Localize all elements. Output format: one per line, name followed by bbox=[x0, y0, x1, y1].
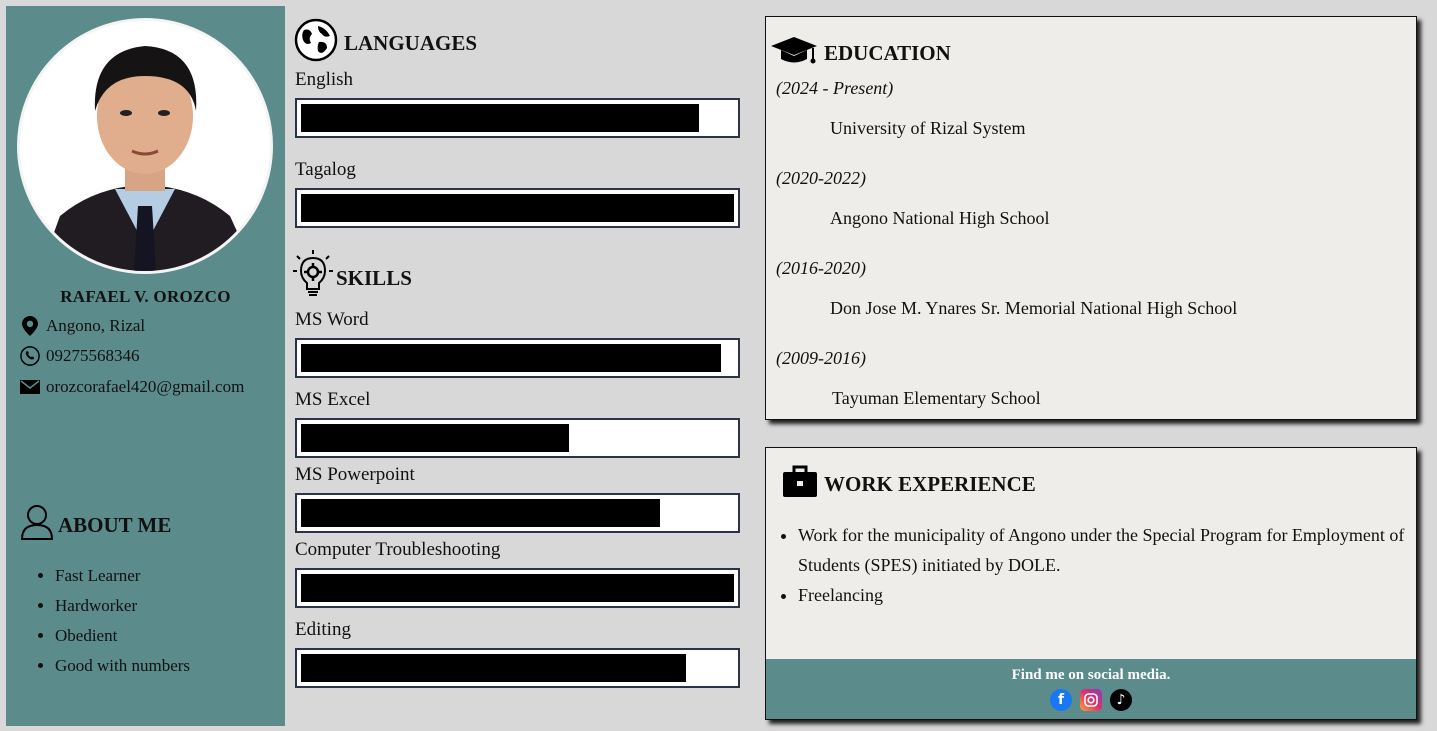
education-title: EDUCATION bbox=[824, 40, 951, 65]
list-item: Obedient bbox=[55, 621, 190, 651]
briefcase-icon bbox=[782, 464, 818, 504]
skill-bar-editing bbox=[295, 648, 740, 688]
profile-photo bbox=[17, 18, 273, 274]
social-footer: Find me on social media. f ♪ bbox=[766, 659, 1416, 719]
education-years-3: (2009-2016) bbox=[776, 348, 866, 368]
social-footer-text: Find me on social media. bbox=[1011, 667, 1171, 683]
person-icon bbox=[20, 504, 54, 546]
profile-sidebar: RAFAEL V. OROZCO Angono, Rizal 092755683… bbox=[6, 6, 285, 726]
skill-label-ms-word: MS Word bbox=[295, 309, 369, 330]
skill-label-editing: Editing bbox=[295, 619, 351, 640]
education-panel: EDUCATION (2024 - Present) University of… bbox=[765, 16, 1417, 420]
globe-icon bbox=[294, 18, 338, 68]
about-me-list: Fast Learner Hardworker Obedient Good wi… bbox=[21, 561, 190, 681]
email-text: orozcorafael420@gmail.com bbox=[46, 377, 245, 396]
list-item: Work for the municipality of Angono unde… bbox=[798, 520, 1428, 580]
phone-text: 09275568346 bbox=[46, 346, 140, 365]
education-school-0: University of Rizal System bbox=[830, 118, 1026, 138]
work-experience-panel: WORK EXPERIENCE Work for the municipalit… bbox=[765, 447, 1417, 720]
skill-label-computer-troubleshooting: Computer Troubleshooting bbox=[295, 539, 501, 560]
languages-heading: LANGUAGES bbox=[294, 18, 477, 68]
skill-bar-computer-troubleshooting bbox=[295, 568, 740, 608]
skill-level-ms-excel bbox=[301, 424, 569, 452]
skill-label-ms-powerpoint: MS Powerpoint bbox=[295, 464, 415, 485]
work-experience-heading: WORK EXPERIENCE bbox=[782, 464, 1036, 504]
map-pin-icon bbox=[20, 316, 40, 336]
skill-bar-ms-excel bbox=[295, 418, 740, 458]
lightbulb-gear-icon bbox=[292, 250, 334, 306]
tiktok-icon[interactable]: ♪ bbox=[1110, 689, 1132, 711]
profile-name: RAFAEL V. OROZCO bbox=[60, 287, 231, 306]
list-item: Fast Learner bbox=[55, 561, 190, 591]
skill-label-ms-excel: MS Excel bbox=[295, 389, 371, 410]
skill-level-ms-powerpoint bbox=[301, 499, 660, 527]
language-bar-english bbox=[295, 98, 740, 138]
skills-heading: SKILLS bbox=[292, 250, 412, 306]
about-me-heading: ABOUT ME bbox=[20, 504, 171, 546]
skill-bar-ms-word bbox=[295, 338, 740, 378]
location-text: Angono, Rizal bbox=[46, 316, 146, 335]
graduation-cap-icon bbox=[770, 35, 818, 71]
skill-level-editing bbox=[301, 654, 686, 682]
education-school-3: Tayuman Elementary School bbox=[832, 388, 1041, 408]
phone-icon bbox=[20, 346, 40, 366]
language-label-tagalog: Tagalog bbox=[295, 159, 356, 180]
skill-level-computer-troubleshooting bbox=[301, 574, 734, 602]
work-experience-title: WORK EXPERIENCE bbox=[824, 471, 1036, 496]
skill-level-ms-word bbox=[301, 344, 721, 372]
facebook-icon[interactable]: f bbox=[1050, 689, 1072, 711]
language-bar-tagalog bbox=[295, 188, 740, 228]
education-heading: EDUCATION bbox=[770, 35, 951, 71]
education-years-0: (2024 - Present) bbox=[776, 78, 894, 98]
about-me-title: ABOUT ME bbox=[58, 512, 172, 537]
social-links: f ♪ bbox=[766, 689, 1416, 711]
language-level-tagalog bbox=[301, 194, 734, 222]
languages-title: LANGUAGES bbox=[344, 30, 478, 55]
education-school-2: Don Jose M. Ynares Sr. Memorial National… bbox=[830, 298, 1238, 318]
phone-row: 09275568346 bbox=[20, 346, 140, 366]
email-row: orozcorafael420@gmail.com bbox=[20, 377, 244, 397]
language-label-english: English bbox=[295, 69, 354, 90]
education-years-2: (2016-2020) bbox=[776, 258, 866, 278]
skills-title: SKILLS bbox=[336, 265, 412, 290]
work-experience-list: Work for the municipality of Angono unde… bbox=[780, 520, 1428, 610]
language-level-english bbox=[301, 104, 699, 132]
education-years-1: (2020-2022) bbox=[776, 168, 866, 188]
education-school-1: Angono National High School bbox=[830, 208, 1050, 228]
list-item: Hardworker bbox=[55, 591, 190, 621]
list-item: Good with numbers bbox=[55, 651, 190, 681]
location-row: Angono, Rizal bbox=[20, 316, 145, 336]
envelope-icon bbox=[20, 377, 40, 397]
list-item: Freelancing bbox=[798, 580, 1428, 610]
instagram-icon[interactable] bbox=[1080, 689, 1102, 711]
skill-bar-ms-powerpoint bbox=[295, 493, 740, 533]
